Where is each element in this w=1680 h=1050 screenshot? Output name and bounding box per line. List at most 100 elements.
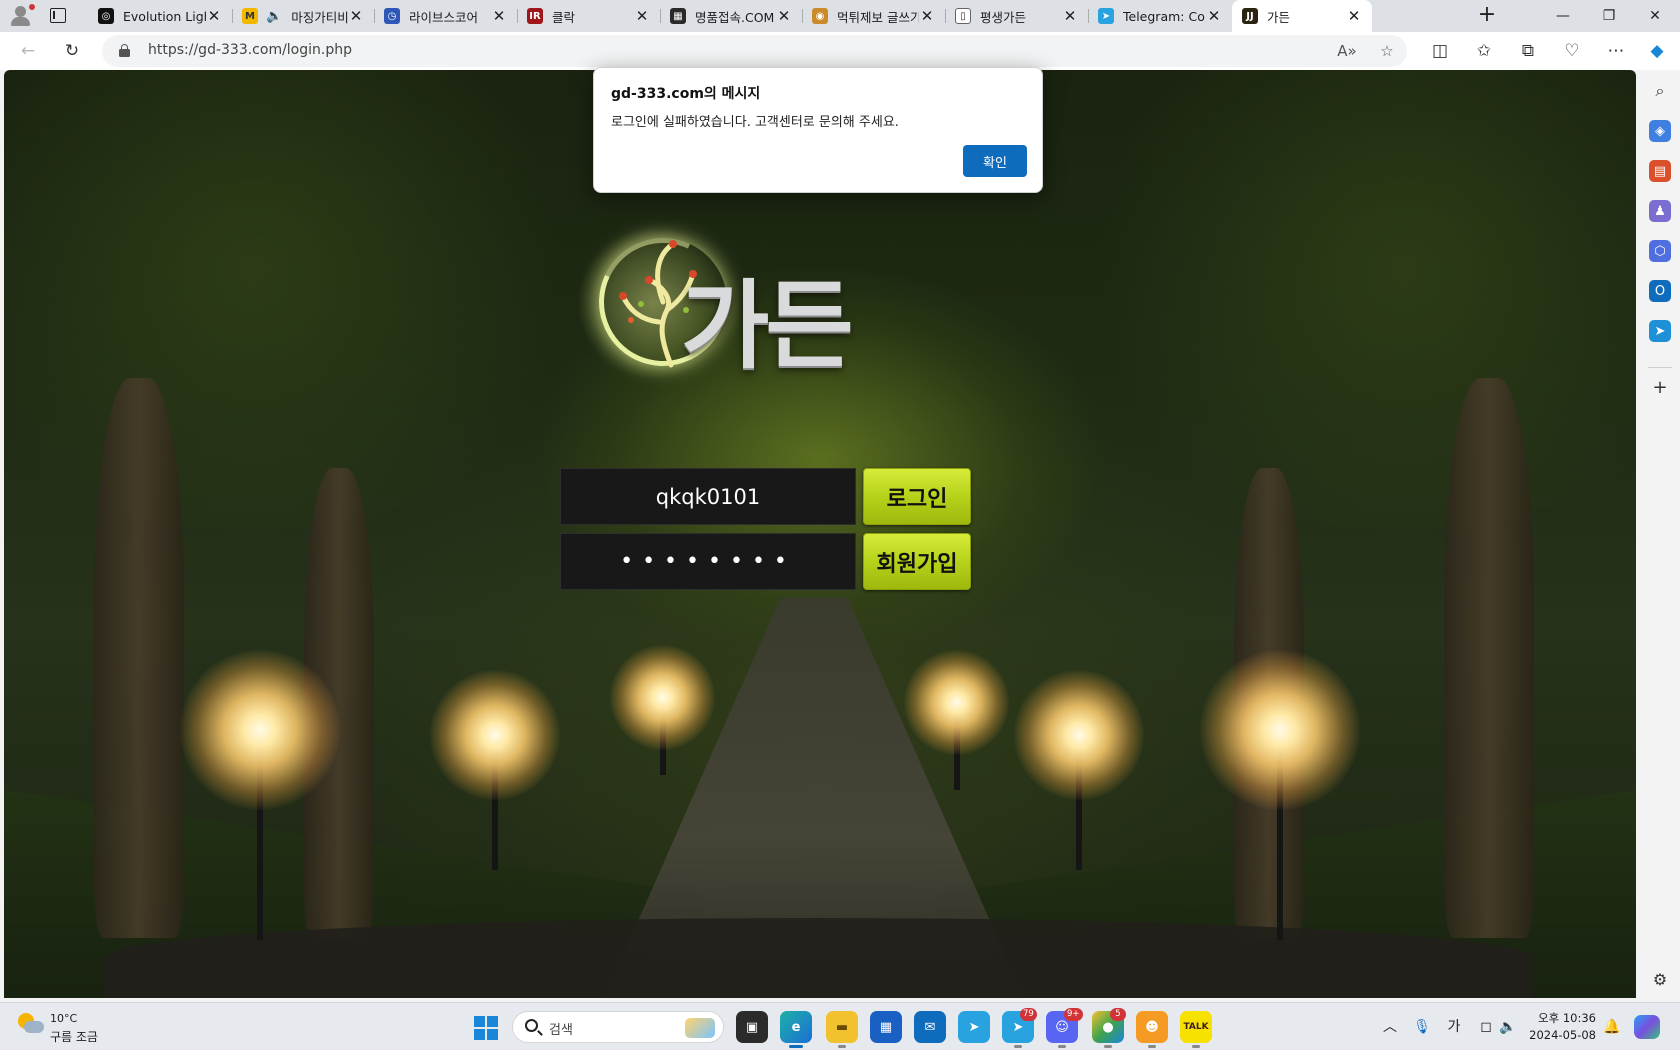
tab-close-icon[interactable]: ✕ — [348, 8, 364, 24]
browser-tab[interactable]: ➤ Telegram: Conta✕ — [1088, 0, 1232, 32]
tab-title: 먹튀제보 글쓰기 — [837, 9, 919, 25]
browser-tab[interactable]: ◎ Evolution Lightni✕ — [88, 0, 232, 32]
notification-badge: 9+ — [1064, 1008, 1083, 1021]
copilot-icon[interactable]: ◆ — [1645, 39, 1669, 63]
search-highlight-icon — [685, 1018, 715, 1038]
garden-lamp — [1014, 670, 1144, 870]
lock-icon[interactable] — [119, 44, 130, 57]
network-icon[interactable]: ◻ — [1476, 1017, 1496, 1037]
read-aloud-icon[interactable]: A» — [1336, 40, 1358, 62]
garden-lamp — [610, 645, 715, 775]
edge-browser-icon[interactable]: e — [780, 1011, 812, 1048]
tab-separator — [660, 9, 661, 23]
messenger-icon[interactable]: ☻ — [1136, 1011, 1168, 1048]
edge-sidebar: ⌕ ◈ ▤ ♟ ⬡ O ➤ + ⚙ — [1640, 70, 1680, 998]
microphone-icon[interactable]: 🎙 — [1412, 1017, 1432, 1037]
games-icon[interactable]: ♟ — [1649, 200, 1671, 222]
clock-date: 2024-05-08 — [1529, 1028, 1596, 1042]
tray-overflow-icon[interactable]: ︿ — [1380, 1017, 1400, 1037]
microsoft365-icon[interactable]: ⬡ — [1649, 240, 1671, 262]
browser-tab[interactable]: M 🔈 마징가티비 ✕ — [232, 0, 374, 32]
weather-desc[interactable]: 구름 조금 — [50, 1028, 98, 1045]
task-view-icon[interactable]: ▣ — [736, 1011, 768, 1043]
browser-essentials-icon[interactable]: ♡ — [1560, 39, 1584, 63]
browser-tab[interactable]: ▦ 명품접속.COM ✕ — [660, 0, 802, 32]
tab-close-icon[interactable]: ✕ — [634, 8, 650, 24]
speaker-icon[interactable]: 🔈 — [266, 9, 282, 24]
start-button[interactable] — [474, 1016, 498, 1040]
ime-indicator[interactable]: 가 — [1444, 1017, 1464, 1037]
search-icon — [525, 1019, 538, 1032]
tree-trunk — [1444, 378, 1534, 938]
taskbar-search[interactable]: 검색 — [512, 1011, 724, 1043]
restore-button[interactable]: ❐ — [1586, 0, 1632, 32]
weather-icon[interactable] — [18, 1013, 44, 1037]
send-icon[interactable]: ➤ — [1649, 320, 1671, 342]
login-button[interactable]: 로그인 — [863, 468, 971, 525]
window-close-button[interactable]: ✕ — [1632, 0, 1678, 32]
tab-actions-icon[interactable] — [50, 8, 66, 23]
page-icon-icon: ▯ — [955, 8, 971, 24]
add-icon[interactable]: + — [1649, 376, 1671, 398]
tab-title: 명품접속.COM — [695, 9, 775, 25]
profile-avatar-icon[interactable] — [8, 4, 35, 28]
clock-time: 오후 10:36 — [1538, 1011, 1596, 1025]
browser-tab[interactable]: ◷ 라이브스코어 ✕ — [374, 0, 517, 32]
username-input[interactable] — [560, 468, 856, 525]
taskbar-clock[interactable]: 오후 10:36 2024-05-08 — [1524, 1010, 1596, 1044]
address-bar[interactable]: https://gd-333.com/login.php A» ☆ — [102, 35, 1407, 67]
settings-more-icon[interactable]: ⋯ — [1604, 39, 1628, 63]
tab-separator — [517, 9, 518, 23]
notification-bell-icon[interactable]: 🔔 — [1602, 1017, 1622, 1037]
split-screen-icon[interactable]: ◫ — [1428, 39, 1452, 63]
dialog-ok-button[interactable]: 확인 — [963, 145, 1027, 177]
browser-tab[interactable]: ◉ 먹튀제보 글쓰기 ✕ — [802, 0, 945, 32]
kakaotalk-icon[interactable]: TALK — [1180, 1011, 1212, 1048]
evolution-logo-icon: ◎ — [98, 8, 114, 24]
signup-button[interactable]: 회원가입 — [863, 533, 971, 590]
telegram-icon[interactable]: ➤ — [958, 1011, 990, 1043]
tab-close-icon[interactable]: ✕ — [1206, 8, 1222, 24]
password-input[interactable]: •••••••• — [560, 533, 856, 590]
muktwi-logo-icon: ◉ — [812, 8, 828, 24]
url-text[interactable]: https://gd-333.com/login.php — [148, 42, 352, 58]
notification-badge: 5 — [1110, 1008, 1126, 1021]
tab-close-icon[interactable]: ✕ — [919, 8, 935, 24]
tab-close-icon[interactable]: ✕ — [776, 8, 792, 24]
store-icon[interactable]: ▦ — [870, 1011, 902, 1043]
myungpum-logo-icon: ▦ — [670, 8, 686, 24]
discord-icon[interactable]: ☺ 9+ — [1046, 1008, 1083, 1048]
collections-icon[interactable]: ⧉ — [1516, 39, 1540, 63]
tab-separator — [945, 9, 946, 23]
sidebar-settings-icon[interactable]: ⚙ — [1649, 968, 1671, 990]
garden-lamp — [180, 650, 340, 940]
favorites-icon[interactable]: ✩ — [1472, 39, 1496, 63]
weather-temp[interactable]: 10°C — [50, 1012, 77, 1025]
tab-separator — [232, 9, 233, 23]
shopping-tag-icon[interactable]: ◈ — [1649, 120, 1671, 142]
volume-icon[interactable]: 🔈 — [1498, 1017, 1518, 1037]
tab-close-icon[interactable]: ✕ — [1062, 8, 1078, 24]
tab-close-icon[interactable]: ✕ — [1346, 8, 1362, 24]
copilot-taskbar-icon[interactable] — [1634, 1015, 1660, 1039]
tab-close-icon[interactable]: ✕ — [206, 8, 222, 24]
tree-canopy-left — [4, 70, 604, 530]
browser-tab[interactable]: ▯ 평생가든 ✕ — [945, 0, 1088, 32]
minimize-button[interactable]: — — [1540, 0, 1586, 32]
telegram-icon[interactable]: ➤ 79 — [1002, 1008, 1037, 1048]
back-button[interactable]: ← — [16, 39, 40, 63]
windows-taskbar: 10°C 구름 조금 검색 ▣ e ▬ ▦ ✉ ➤ ➤ 79 ☺ 9+ ● 5 ☻ T… — [0, 1002, 1680, 1050]
garden-lamp — [1200, 650, 1360, 940]
new-tab-button[interactable]: + — [1476, 4, 1498, 27]
browser-tab[interactable]: IR 클락 ✕ — [517, 0, 660, 32]
refresh-button[interactable]: ↻ — [60, 39, 84, 63]
tools-icon[interactable]: ▤ — [1649, 160, 1671, 182]
file-explorer-icon[interactable]: ▬ — [826, 1011, 858, 1048]
chat-app-icon[interactable]: ● 5 — [1092, 1008, 1126, 1048]
favorite-star-icon[interactable]: ☆ — [1376, 40, 1398, 62]
browser-tab[interactable]: JJ 가든 ✕ — [1232, 0, 1372, 32]
tab-close-icon[interactable]: ✕ — [491, 8, 507, 24]
outlook-icon[interactable]: O — [1649, 280, 1671, 302]
search-icon[interactable]: ⌕ — [1649, 80, 1671, 102]
mail-icon[interactable]: ✉ — [914, 1011, 946, 1043]
